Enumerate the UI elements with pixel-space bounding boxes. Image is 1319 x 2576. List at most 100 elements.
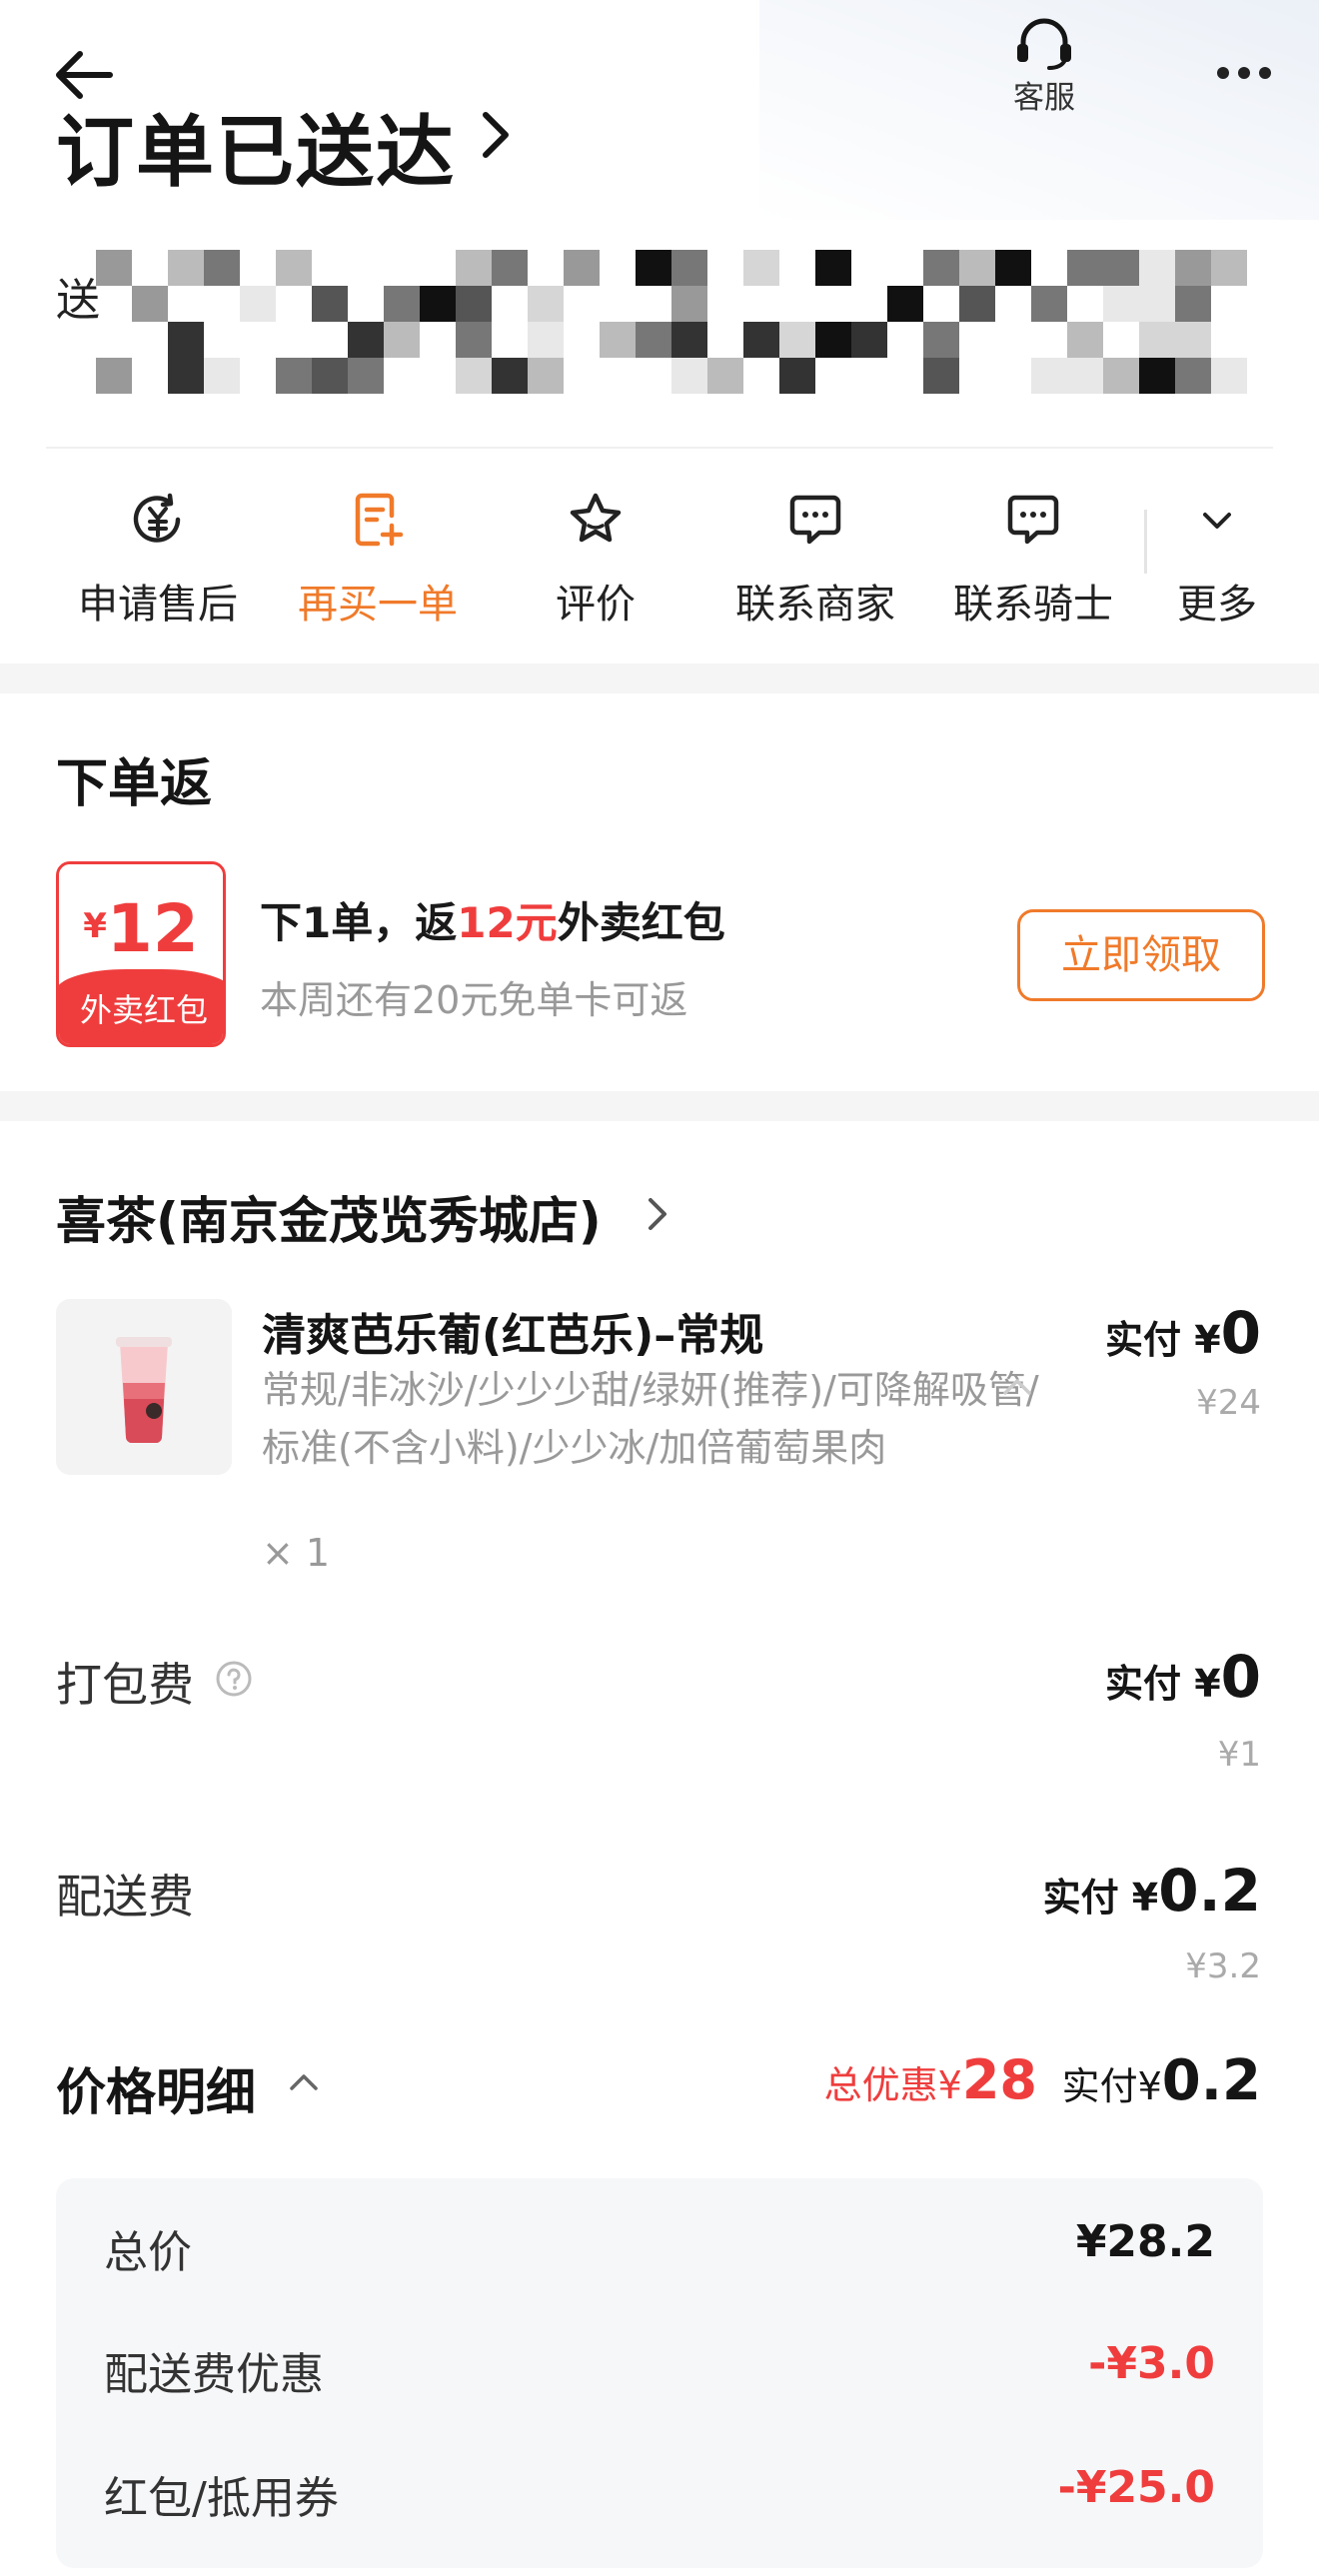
chevron-up-icon[interactable]	[286, 2070, 322, 2094]
action-more[interactable]: 更多	[1157, 490, 1277, 640]
mosaic-tile	[240, 286, 276, 322]
mosaic-tile	[96, 250, 132, 286]
action-review[interactable]: 评价	[486, 490, 705, 640]
breakdown-row-coupon: 红包/抵用券 -¥25.0	[104, 2462, 1215, 2532]
mosaic-tile	[312, 358, 348, 394]
mosaic-tile	[671, 286, 707, 322]
action-reorder[interactable]: 再买一单	[268, 490, 488, 640]
mosaic-tile	[1211, 358, 1247, 394]
product-name: 清爽芭乐葡(红芭乐)–常规	[262, 1310, 764, 1361]
mosaic-tile	[1067, 250, 1103, 286]
order-header: 客服 订单已送达 送	[0, 0, 1319, 450]
yen-refund-icon	[133, 493, 181, 543]
packing-fee-label: 打包费	[56, 1658, 194, 1712]
mosaic-tile	[636, 250, 671, 286]
product-image[interactable]	[56, 1299, 232, 1475]
mosaic-tile	[492, 250, 528, 286]
mosaic-tile	[636, 322, 671, 358]
mosaic-tile	[1067, 322, 1103, 358]
order-status-title[interactable]: 订单已送达	[56, 90, 456, 202]
mosaic-tile	[528, 286, 564, 322]
product-quantity: × 1	[262, 1531, 331, 1575]
more-options-button[interactable]	[1209, 48, 1279, 98]
mosaic-tile	[1139, 250, 1175, 286]
mosaic-tile	[995, 250, 1031, 286]
order-actions-bar: 申请售后 再买一单 评价 联系商家 联系骑士 更多	[0, 470, 1319, 659]
mosaic-tile	[671, 358, 707, 394]
coupon-label: 外卖红包	[59, 969, 223, 1044]
mosaic-tile	[671, 250, 707, 286]
chat-icon	[1007, 495, 1059, 545]
mosaic-tile	[1175, 358, 1211, 394]
mosaic-tile	[1067, 358, 1103, 394]
mosaic-tile	[1139, 286, 1175, 322]
claim-now-button[interactable]: 立即领取	[1017, 909, 1265, 1001]
shop-name-link[interactable]: 喜茶(南京金茂览秀城店)	[56, 1181, 602, 1253]
order-rebate-card: 下单返 ¥12 外卖红包 下1单，返12元外卖红包 本周还有20元免单卡可返 立…	[0, 693, 1319, 1121]
mosaic-tile	[204, 358, 240, 394]
section-gap	[0, 663, 1319, 693]
mosaic-tile	[384, 322, 420, 358]
mosaic-tile	[456, 286, 492, 322]
mosaic-tile	[1139, 322, 1175, 358]
price-detail-title[interactable]: 价格明细	[56, 2052, 256, 2124]
customer-service-label: 客服	[1013, 80, 1075, 116]
header-divider	[46, 447, 1273, 449]
action-label: 联系商家	[735, 582, 895, 628]
mosaic-tile	[600, 322, 636, 358]
breakdown-value: -¥3.0	[1088, 2338, 1215, 2389]
mosaic-tile	[743, 322, 779, 358]
action-contact-rider[interactable]: 联系骑士	[923, 490, 1143, 640]
action-label: 评价	[556, 582, 636, 628]
breakdown-value: ¥28.2	[1075, 2216, 1215, 2267]
breakdown-row-total: 总价 ¥28.2	[104, 2216, 1215, 2286]
mosaic-tile	[168, 358, 204, 394]
mosaic-tile	[815, 250, 851, 286]
action-contact-merchant[interactable]: 联系商家	[705, 490, 925, 640]
star-icon	[570, 493, 622, 543]
packing-paid-amount: 实付 ¥0	[1104, 1643, 1261, 1711]
mosaic-tile	[1175, 286, 1211, 322]
milk-tea-cup-icon	[56, 1299, 232, 1475]
rebate-subtext: 本周还有20元免单卡可返	[260, 978, 688, 1022]
section-gap	[0, 1091, 1319, 1121]
product-paid-amount: 实付 ¥0	[1104, 1299, 1261, 1367]
chevron-right-icon[interactable]	[478, 105, 514, 165]
mosaic-tile	[168, 322, 204, 358]
red-packet-coupon: ¥12 外卖红包	[56, 861, 226, 1047]
mosaic-tile	[1031, 358, 1067, 394]
price-breakdown-panel: 总价 ¥28.2 配送费优惠 -¥3.0 红包/抵用券 -¥25.0	[56, 2178, 1263, 2568]
help-circle-icon[interactable]	[214, 1659, 254, 1699]
mosaic-tile	[420, 286, 456, 322]
mosaic-tile	[1103, 250, 1139, 286]
total-paid: 实付¥0.2	[1061, 2048, 1261, 2113]
mosaic-tile	[528, 358, 564, 394]
mosaic-tile	[671, 322, 707, 358]
product-spec: 常规/非冰沙/少少少甜/绿妍(推荐)/可降解吸管/标准(不含小料)/少少冰/加倍…	[262, 1368, 1039, 1470]
mosaic-tile	[1139, 358, 1175, 394]
mosaic-tile	[204, 250, 240, 286]
mosaic-tile	[779, 322, 815, 358]
mosaic-tile	[707, 358, 743, 394]
mosaic-tile	[276, 250, 312, 286]
order-detail-card: 喜茶(南京金茂览秀城店) 清爽芭乐葡(红芭乐)–常规 常规/非冰沙/少少少甜/绿…	[0, 1121, 1319, 2576]
mosaic-tile	[851, 322, 887, 358]
mosaic-tile	[348, 358, 384, 394]
rebate-title: 下单返	[56, 754, 213, 814]
delivery-original-price: ¥3.2	[1185, 1946, 1261, 1986]
action-after-sales[interactable]: 申请售后	[48, 490, 268, 640]
mosaic-tile	[132, 286, 168, 322]
mosaic-tile	[384, 286, 420, 322]
mosaic-tile	[492, 358, 528, 394]
mosaic-tile	[959, 286, 995, 322]
mosaic-tile	[815, 322, 851, 358]
coupon-amount: ¥12	[83, 890, 199, 967]
mosaic-tile	[312, 286, 348, 322]
mosaic-tile	[168, 250, 204, 286]
chevron-up-icon[interactable]	[997, 1373, 1037, 1401]
chat-icon	[789, 495, 841, 545]
action-label: 联系骑士	[953, 582, 1113, 628]
breakdown-label: 总价	[104, 2227, 192, 2278]
chevron-right-icon[interactable]	[644, 1191, 671, 1237]
customer-service-button[interactable]: 客服	[989, 10, 1099, 128]
